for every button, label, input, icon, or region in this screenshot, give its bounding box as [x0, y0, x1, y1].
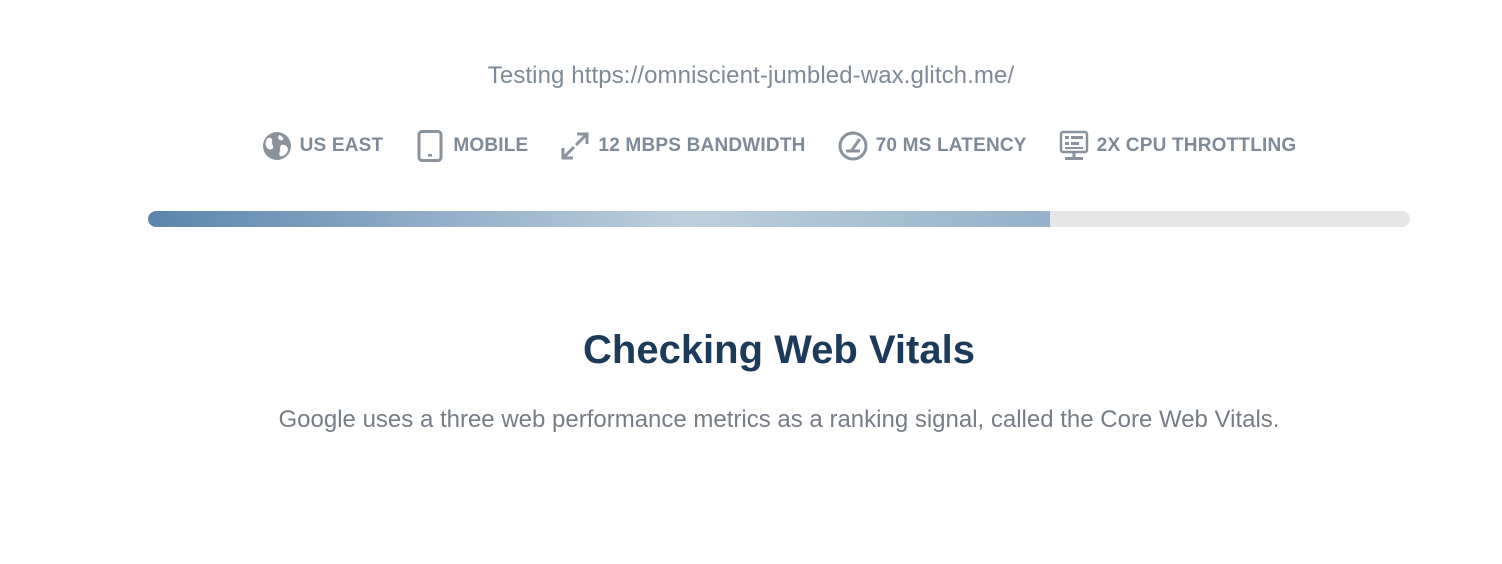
- bandwidth-arrows-icon: [560, 130, 590, 162]
- setting-device: MOBILE: [415, 130, 528, 162]
- setting-latency: 70 MS LATENCY: [838, 130, 1027, 162]
- setting-cpu: 2X CPU THROTTLING: [1059, 130, 1297, 162]
- setting-latency-label: 70 MS LATENCY: [875, 135, 1027, 156]
- setting-location: US EAST: [262, 130, 384, 162]
- globe-icon: [262, 130, 292, 162]
- latency-gauge-icon: [838, 130, 868, 162]
- status-heading: Checking Web Vitals: [583, 328, 975, 372]
- testing-url-line: Testing https://omniscient-jumbled-wax.g…: [487, 62, 1015, 89]
- setting-bandwidth: 12 MBPS BANDWIDTH: [560, 130, 805, 162]
- test-progress-fill: [148, 211, 1051, 227]
- setting-device-label: MOBILE: [453, 135, 529, 156]
- status-description: Google uses a three web performance metr…: [278, 406, 1280, 433]
- setting-location-label: US EAST: [299, 135, 384, 156]
- setting-cpu-label: 2X CPU THROTTLING: [1096, 135, 1297, 156]
- cpu-server-icon: [1059, 130, 1089, 162]
- test-progress-bar: [148, 211, 1410, 227]
- test-settings-row: US EAST MOBILE 12 MBPS BANDWIDTH 70 MS L…: [0, 130, 1502, 162]
- mobile-device-icon: [415, 130, 445, 162]
- setting-bandwidth-label: 12 MBPS BANDWIDTH: [598, 135, 806, 156]
